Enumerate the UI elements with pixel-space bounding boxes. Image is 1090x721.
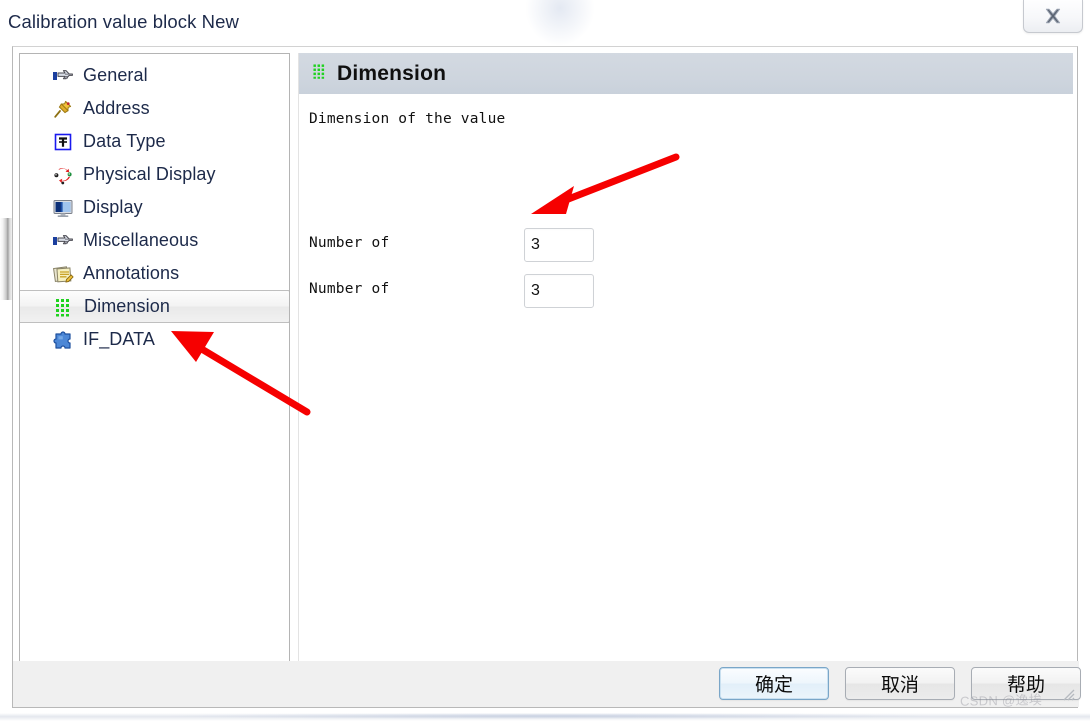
cancel-button[interactable]: 取消 [845,667,955,700]
sidebar-item-data-type[interactable]: Data Type [20,125,289,158]
green-grid-icon [53,296,75,318]
puzzle-piece-icon [52,329,74,351]
sidebar-item-general[interactable]: General [20,59,289,92]
field-label: Number of [309,235,390,251]
recycle-arrows-icon [52,164,74,186]
resize-grip-icon[interactable] [1061,687,1075,701]
sidebar-item-label: Data Type [83,131,166,151]
data-type-box-icon [52,131,74,153]
field-label: Number of [309,281,390,297]
sidebar-item-annotations[interactable]: Annotations [20,257,289,290]
nav-items-container: General Address Data Type Physical Displ… [20,54,289,356]
sidebar-item-label: Display [83,197,143,217]
title-bar: Calibration value block New [0,0,1090,46]
sidebar-item-label: General [83,65,148,85]
sidebar-item-address[interactable]: Address [20,92,289,125]
window-title: Calibration value block New [8,11,239,32]
sidebar-item-label: Physical Display [83,164,216,184]
ok-button[interactable]: 确定 [719,667,829,700]
watermark: CSDN @逸埃 [959,692,1043,709]
close-x-icon [1043,7,1063,25]
sidebar-item-label: Dimension [84,296,170,316]
sidebar-item-if-data[interactable]: IF_DATA [20,323,289,356]
green-grid-icon [311,62,329,85]
pushpin-icon [52,98,74,120]
sidebar-item-display[interactable]: Display [20,191,289,224]
dialog-footer: 确定 取消 帮助 [13,661,1081,707]
title-bar-glow [525,0,595,46]
dialog-content-area: General Address Data Type Physical Displ… [13,47,1081,707]
cancel-button-label: 取消 [880,675,919,696]
sidebar-item-label: IF_DATA [83,329,156,349]
panel-header: Dimension [299,53,1073,94]
screenshot-root: Calibration value block New General Addr… [0,0,1090,721]
sidebar-item-label: Address [83,98,150,118]
sidebar-nav-list[interactable]: General Address Data Type Physical Displ… [19,53,290,662]
sidebar-item-label: Miscellaneous [83,230,199,250]
notepad-icon [52,263,74,285]
sidebar-item-miscellaneous[interactable]: Miscellaneous [20,224,289,257]
panel-title: Dimension [337,61,447,85]
pointing-hand-icon [52,230,74,252]
panel-description: Dimension of the value [309,111,506,127]
sidebar-item-physical-display[interactable]: Physical Display [20,158,289,191]
ok-button-label: 确定 [754,675,793,696]
field-row-number-of-2: Number of [309,274,869,308]
sidebar-item-dimension[interactable]: Dimension [20,290,289,323]
window-bottom-shadow-core [170,713,930,719]
number-of-input-1[interactable] [524,228,594,262]
monitor-icon [52,197,74,219]
dialog-window: General Address Data Type Physical Displ… [12,46,1081,708]
number-of-input-2[interactable] [524,274,594,308]
field-row-number-of-1: Number of [309,228,869,262]
detail-panel: Dimension Dimension of the value Number … [298,53,1073,662]
sidebar-item-label: Annotations [83,263,180,283]
pointing-hand-icon [52,65,74,87]
close-button[interactable] [1023,0,1083,33]
